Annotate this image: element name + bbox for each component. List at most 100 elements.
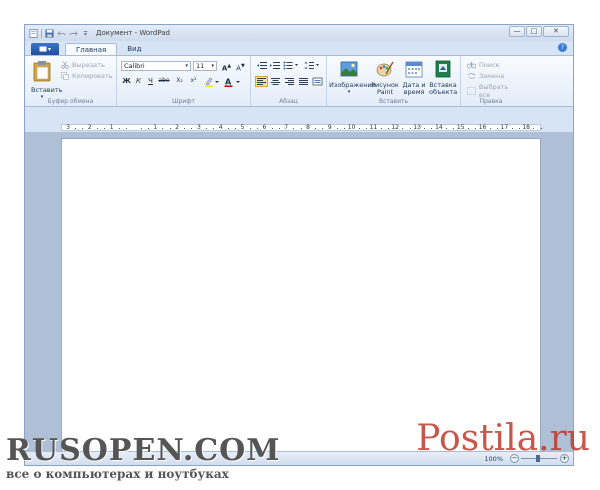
find-label: Поиск [479,61,500,69]
paragraph-icon [312,77,323,86]
decrease-indent-icon [257,62,267,69]
ruler-tick-mark [256,128,258,129]
ruler-tick-mark [235,128,237,129]
customize-qat-icon[interactable] [81,29,90,38]
ruler-tick-label: 4 [218,124,223,131]
maximize-button[interactable]: □ [526,26,542,37]
ruler-tick-mark [424,128,426,129]
ruler-tick-mark [431,128,433,129]
ribbon: Вставить ▾ Вырезать Копировать Буфер обм… [25,55,573,107]
ruler-tick-label: 2 [87,124,92,131]
redo-icon[interactable] [69,29,78,38]
align-right-button[interactable] [283,76,296,87]
paragraph-settings-button[interactable] [311,76,324,87]
ruler[interactable]: 3 2 1 1 2 3 4 5 6 7 8 9 10 11 12 13 14 15 16 17 18 [25,123,573,132]
strikethrough-button[interactable]: abe [157,76,171,86]
document-page[interactable] [61,138,541,451]
font-family-select[interactable]: Calibri ▾ [121,61,191,71]
line-spacing-button[interactable] [303,60,321,71]
ruler-tick-mark [533,128,535,129]
file-menu-arrow: ▾ [47,45,51,53]
ruler-tick-label: 12 [391,124,400,131]
paste-label: Вставить [31,86,63,94]
ruler-tick-mark [511,128,513,129]
close-button[interactable]: ✕ [543,26,569,37]
chevron-down-icon: ▾ [211,63,214,69]
wordpad-app-icon[interactable] [29,28,38,38]
ruler-tick-mark [300,128,302,129]
shrink-font-button[interactable]: A▼ [235,61,246,72]
paragraph-group: Абзац [251,56,327,106]
replace-icon [467,73,476,79]
find-button[interactable]: Поиск [467,61,500,69]
cut-button[interactable]: Вырезать [61,61,105,69]
ruler-tick-label: 16 [478,124,487,131]
ribbon-tabs: ▾ Главная Вид ? [25,41,573,55]
ruler-tick-mark [82,128,84,129]
minimize-button[interactable]: — [509,26,525,37]
ruler-tick-mark [540,128,542,129]
copy-button[interactable]: Копировать [61,72,113,80]
align-right-icon [285,78,294,85]
cut-label: Вырезать [72,61,105,69]
insert-picture-button[interactable]: Изображение ▾ [329,60,376,96]
select-all-button[interactable]: Выбрать все [467,83,521,99]
ruler-tick-mark [358,128,360,129]
insert-date-time-button[interactable]: Дата и время [401,60,427,96]
align-left-icon [257,78,266,85]
ruler-tick-mark [387,128,389,129]
align-left-button[interactable] [255,76,268,87]
text-color-button[interactable]: A [223,76,243,87]
document-icon [39,46,47,52]
ruler-tick-mark [380,128,382,129]
ruler-tick-label: 1 [153,124,158,131]
ruler-tick-label: 17 [500,124,509,131]
ruler-tick-mark [467,128,469,129]
insert-picture-label: Изображение [329,81,376,89]
window-title: Документ - WordPad [96,29,170,37]
save-icon[interactable] [45,28,54,38]
bullets-button[interactable] [282,60,300,71]
rusopen-logo-text: RUSOPEN.COM [6,433,281,468]
highlight-color-button[interactable] [203,76,221,87]
font-size-select[interactable]: 11 ▾ [193,61,217,71]
ruler-tick-mark [147,128,149,129]
ruler-tick-label: 11 [369,124,378,131]
picture-icon [340,61,358,77]
title-bar: Документ - WordPad — □ ✕ [25,25,573,41]
paragraph-group-label: Абзац [279,98,298,105]
decrease-indent-button[interactable] [255,60,268,71]
document-workspace [25,132,573,451]
increase-indent-icon [270,62,280,69]
tab-view[interactable]: Вид [117,43,151,55]
ruler-tick-label: 2 [175,124,179,131]
ruler-tick-mark [104,128,106,129]
help-icon[interactable]: ? [558,43,567,52]
ruler-tick-label: 10 [347,124,356,131]
paint-label-line2: Paint [376,88,394,96]
ruler-tick-label: 15 [456,124,465,131]
italic-button[interactable]: К [133,76,144,86]
ruler-tick-mark [453,128,455,129]
underline-button[interactable]: Ч [145,76,156,86]
superscript-button[interactable]: x² [187,76,200,86]
paste-button[interactable]: Вставить ▾ [31,60,63,100]
ruler-tick-mark [206,128,208,129]
wordpad-window: Документ - WordPad — □ ✕ ▾ Главная Вид ?… [24,24,574,466]
ruler-tick-mark [75,128,77,129]
qat-divider [41,28,42,38]
bold-button[interactable]: Ж [121,76,132,86]
tab-home[interactable]: Главная [65,43,118,55]
align-center-button[interactable] [269,76,282,87]
subscript-button[interactable]: X₂ [173,76,186,86]
grow-font-button[interactable]: A▲ [221,61,232,72]
insert-paint-drawing-button[interactable]: Рисунок Paint [371,60,399,96]
ruler-bar[interactable]: 3 2 1 1 2 3 4 5 6 7 8 9 10 11 12 13 14 15 16 17 18 [61,124,542,131]
justify-button[interactable] [297,76,310,87]
increase-indent-button[interactable] [268,60,281,71]
replace-button[interactable]: Замена [467,72,504,80]
insert-object-button[interactable]: Вставка объекта [429,60,457,96]
file-menu-button[interactable]: ▾ [31,43,59,55]
undo-icon[interactable] [57,29,66,38]
window-controls: — □ ✕ [509,26,569,37]
